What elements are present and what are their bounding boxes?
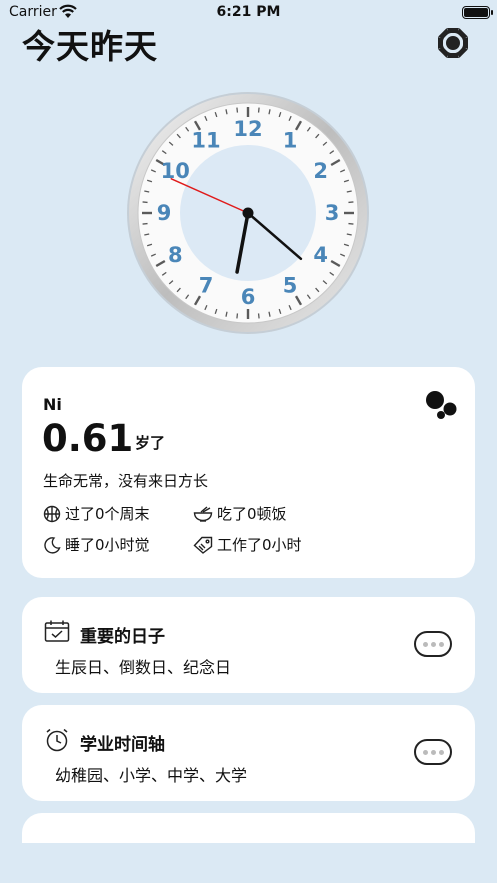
stat-label: 吃了0顿饭 — [217, 505, 287, 523]
calendar-icon — [44, 620, 70, 642]
clock-numeral: 12 — [233, 117, 262, 141]
stat-sleep: 睡了0小时觉 — [43, 534, 150, 555]
analog-clock: 12 12 3 45 6 78 9 1011 — [127, 92, 369, 334]
card-subtitle: 幼稚园、小学、中学、大学 — [55, 766, 248, 785]
clock-tick — [142, 222, 148, 225]
bowl-icon — [193, 505, 213, 522]
stat-weekends: 过了0个周末 — [43, 503, 150, 524]
clock-tick — [236, 107, 239, 113]
bubbles-icon[interactable] — [424, 389, 460, 421]
basketball-icon — [43, 505, 61, 522]
age-value: 0.61 — [42, 417, 134, 460]
stat-meals: 吃了0顿饭 — [193, 503, 287, 524]
profile-card[interactable]: Ni 0.61 岁了 生命无常，没有来日方长 过了0个周末 吃了0顿饭 睡了0小… — [22, 367, 475, 578]
stat-label: 过了0个周末 — [65, 505, 150, 523]
battery-icon — [462, 6, 493, 19]
clock-numeral: 10 — [161, 159, 190, 183]
clock-tick — [142, 201, 148, 204]
clock-numeral: 8 — [168, 243, 183, 267]
alarm-clock-icon — [46, 728, 68, 752]
motto-text: 生命无常，没有来日方长 — [43, 472, 209, 490]
clock-numeral: 9 — [157, 201, 172, 225]
clock-numeral: 6 — [241, 285, 256, 309]
clock-tick — [257, 107, 260, 113]
status-time: 6:21 PM — [216, 4, 281, 20]
ticket-icon — [193, 536, 213, 554]
clock-numeral: 7 — [199, 274, 214, 298]
clock-numeral: 1 — [283, 128, 298, 152]
clock-numeral: 4 — [313, 243, 328, 267]
card-title: 学业时间轴 — [80, 735, 165, 755]
card-subtitle: 生辰日、倒数日、纪念日 — [55, 658, 232, 677]
moon-icon — [44, 536, 61, 554]
more-button[interactable] — [414, 631, 452, 657]
clock-tick — [257, 313, 260, 319]
clock-tick — [236, 313, 239, 319]
clock-tick — [348, 222, 354, 225]
school-timeline-card[interactable]: 学业时间轴 幼稚园、小学、中学、大学 — [22, 705, 475, 801]
important-days-card[interactable]: 重要的日子 生辰日、倒数日、纪念日 — [22, 597, 475, 693]
clock-numeral: 2 — [313, 159, 328, 183]
user-name: Ni — [43, 395, 62, 414]
more-button[interactable] — [414, 739, 452, 765]
clock-numeral: 3 — [325, 201, 340, 225]
partial-card[interactable] — [22, 813, 475, 843]
stat-work: 工作了0小时 — [193, 534, 302, 555]
stat-label: 睡了0小时觉 — [65, 536, 150, 554]
gear-icon[interactable] — [432, 22, 474, 64]
page-title: 今天昨天 — [22, 27, 158, 66]
clock-tick — [348, 201, 354, 204]
stat-label: 工作了0小时 — [217, 536, 302, 554]
clock-numeral: 11 — [191, 128, 220, 152]
clock-center-pin — [242, 207, 254, 219]
clock-numeral: 5 — [283, 274, 298, 298]
card-title: 重要的日子 — [80, 627, 165, 647]
age-unit: 岁了 — [135, 434, 166, 452]
